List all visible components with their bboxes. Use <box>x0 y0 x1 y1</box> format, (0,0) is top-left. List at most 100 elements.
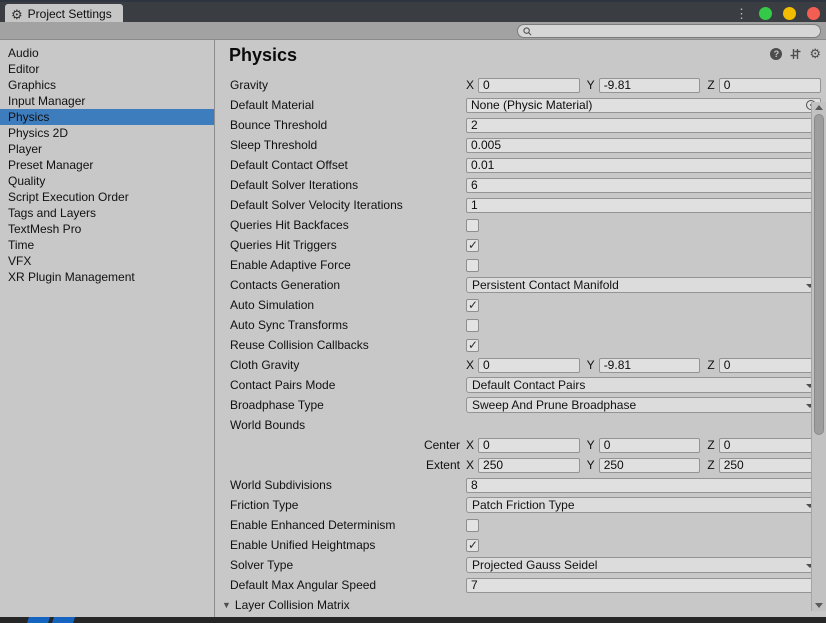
presets-icon[interactable] <box>789 48 802 60</box>
checkbox[interactable] <box>466 259 479 272</box>
search-input[interactable] <box>535 25 815 37</box>
number-field[interactable]: 0 <box>719 438 821 453</box>
dropdown-field[interactable]: Sweep And Prune Broadphase <box>466 397 821 413</box>
physics-settings-panel: Physics ? ⚙ GravityX0Y-9.81Z0Default Mat… <box>215 40 826 617</box>
checkbox[interactable]: ✓ <box>466 539 479 552</box>
number-field[interactable]: 0 <box>478 438 580 453</box>
checkmark-icon: ✓ <box>468 298 478 312</box>
text-field[interactable]: 6 <box>466 178 821 193</box>
sidebar-item-vfx[interactable]: VFX <box>0 253 214 269</box>
setting-control: 8 <box>466 478 821 493</box>
settings-row: Enable Enhanced Determinism <box>215 515 826 535</box>
sidebar-item-graphics[interactable]: Graphics <box>0 77 214 93</box>
settings-row: Auto Sync Transforms <box>215 315 826 335</box>
object-field[interactable]: None (Physic Material) <box>466 98 821 113</box>
dropdown-field[interactable]: Default Contact Pairs <box>466 377 821 393</box>
checkbox[interactable]: ✓ <box>466 339 479 352</box>
setting-label: Solver Type <box>215 558 466 572</box>
axis-label: X <box>466 78 474 92</box>
sidebar-item-player[interactable]: Player <box>0 141 214 157</box>
number-field[interactable]: 0 <box>719 78 821 93</box>
vector-axis: Z250 <box>707 458 821 473</box>
traffic-light-red[interactable] <box>807 7 820 20</box>
sidebar-item-textmesh-pro[interactable]: TextMesh Pro <box>0 221 214 237</box>
settings-row: Queries Hit Backfaces <box>215 215 826 235</box>
setting-control: 2 <box>466 118 821 133</box>
text-field[interactable]: 7 <box>466 578 821 593</box>
search-box[interactable] <box>517 24 821 38</box>
number-field[interactable]: -9.81 <box>599 358 701 373</box>
checkbox[interactable] <box>466 219 479 232</box>
setting-control: ✓ <box>466 539 821 552</box>
number-field[interactable]: 250 <box>599 458 701 473</box>
settings-row: Reuse Collision Callbacks✓ <box>215 335 826 355</box>
setting-control: 1 <box>466 198 821 213</box>
dropdown-field[interactable]: Persistent Contact Manifold <box>466 277 821 293</box>
panel-header: Physics ? ⚙ <box>215 40 826 74</box>
sidebar-item-physics-2d[interactable]: Physics 2D <box>0 125 214 141</box>
dropdown-field[interactable]: Projected Gauss Seidel <box>466 557 821 573</box>
traffic-light-green[interactable] <box>759 7 772 20</box>
dropdown-field[interactable]: Patch Friction Type <box>466 497 821 513</box>
number-field[interactable]: 0 <box>478 358 580 373</box>
number-field[interactable]: 0 <box>599 438 701 453</box>
axis-label: Z <box>707 78 714 92</box>
dropdown-value: Sweep And Prune Broadphase <box>472 398 636 412</box>
field-value: 8 <box>471 479 478 492</box>
text-field[interactable]: 1 <box>466 198 821 213</box>
scrollbar-thumb[interactable] <box>814 114 824 435</box>
vector-axis: Y -9.81 <box>587 358 701 373</box>
sidebar-item-script-execution-order[interactable]: Script Execution Order <box>0 189 214 205</box>
setting-label: Enable Adaptive Force <box>215 258 466 272</box>
help-icon[interactable]: ? <box>770 48 782 60</box>
foldout-label: Layer Collision Matrix <box>235 598 350 612</box>
text-field[interactable]: 2 <box>466 118 821 133</box>
text-field[interactable]: 0.01 <box>466 158 821 173</box>
setting-label: Center <box>215 438 466 452</box>
number-field[interactable]: 0 <box>719 358 821 373</box>
scroll-down-icon[interactable] <box>815 603 823 608</box>
sidebar-item-xr-plugin-management[interactable]: XR Plugin Management <box>0 269 214 285</box>
axis-label: Y <box>587 358 595 372</box>
settings-category-sidebar: AudioEditorGraphicsInput ManagerPhysicsP… <box>0 40 215 617</box>
sidebar-item-preset-manager[interactable]: Preset Manager <box>0 157 214 173</box>
checkbox[interactable]: ✓ <box>466 239 479 252</box>
number-field[interactable]: 0 <box>478 78 580 93</box>
vector-axis: Z0 <box>707 78 821 93</box>
setting-control: ✓ <box>466 299 821 312</box>
setting-control <box>466 319 821 332</box>
checkbox[interactable] <box>466 319 479 332</box>
foldout-arrow-icon: ▼ <box>222 600 231 610</box>
setting-label: Broadphase Type <box>215 398 466 412</box>
sidebar-item-input-manager[interactable]: Input Manager <box>0 93 214 109</box>
sidebar-item-quality[interactable]: Quality <box>0 173 214 189</box>
checkbox[interactable]: ✓ <box>466 299 479 312</box>
panel-gear-icon[interactable]: ⚙ <box>809 47 821 60</box>
settings-row: Default Solver Iterations6 <box>215 175 826 195</box>
menu-dots-icon[interactable]: ⋮ <box>735 7 748 20</box>
traffic-light-yellow[interactable] <box>783 7 796 20</box>
field-value: 250 <box>604 458 624 472</box>
foldout-header[interactable]: ▼ Layer Collision Matrix <box>215 598 466 612</box>
scroll-up-icon[interactable] <box>815 105 823 110</box>
sidebar-item-physics[interactable]: Physics <box>0 109 214 125</box>
setting-label: Default Material <box>215 98 466 112</box>
setting-label: Contact Pairs Mode <box>215 378 466 392</box>
sidebar-item-tags-and-layers[interactable]: Tags and Layers <box>0 205 214 221</box>
number-field[interactable]: -9.81 <box>599 78 701 93</box>
setting-control: X0Y0Z0 <box>466 438 821 453</box>
text-field[interactable]: 8 <box>466 478 821 493</box>
field-value: 0 <box>483 78 490 92</box>
checkbox[interactable] <box>466 519 479 532</box>
settings-row: CenterX0Y0Z0 <box>215 435 826 455</box>
number-field[interactable]: 250 <box>478 458 580 473</box>
setting-label: Enable Unified Heightmaps <box>215 538 466 552</box>
sidebar-item-editor[interactable]: Editor <box>0 61 214 77</box>
tab-project-settings[interactable]: ⚙ Project Settings <box>5 4 123 24</box>
setting-control: Persistent Contact Manifold <box>466 277 821 293</box>
setting-control: 7 <box>466 578 821 593</box>
number-field[interactable]: 250 <box>719 458 821 473</box>
sidebar-item-audio[interactable]: Audio <box>0 45 214 61</box>
sidebar-item-time[interactable]: Time <box>0 237 214 253</box>
text-field[interactable]: 0.005 <box>466 138 821 153</box>
